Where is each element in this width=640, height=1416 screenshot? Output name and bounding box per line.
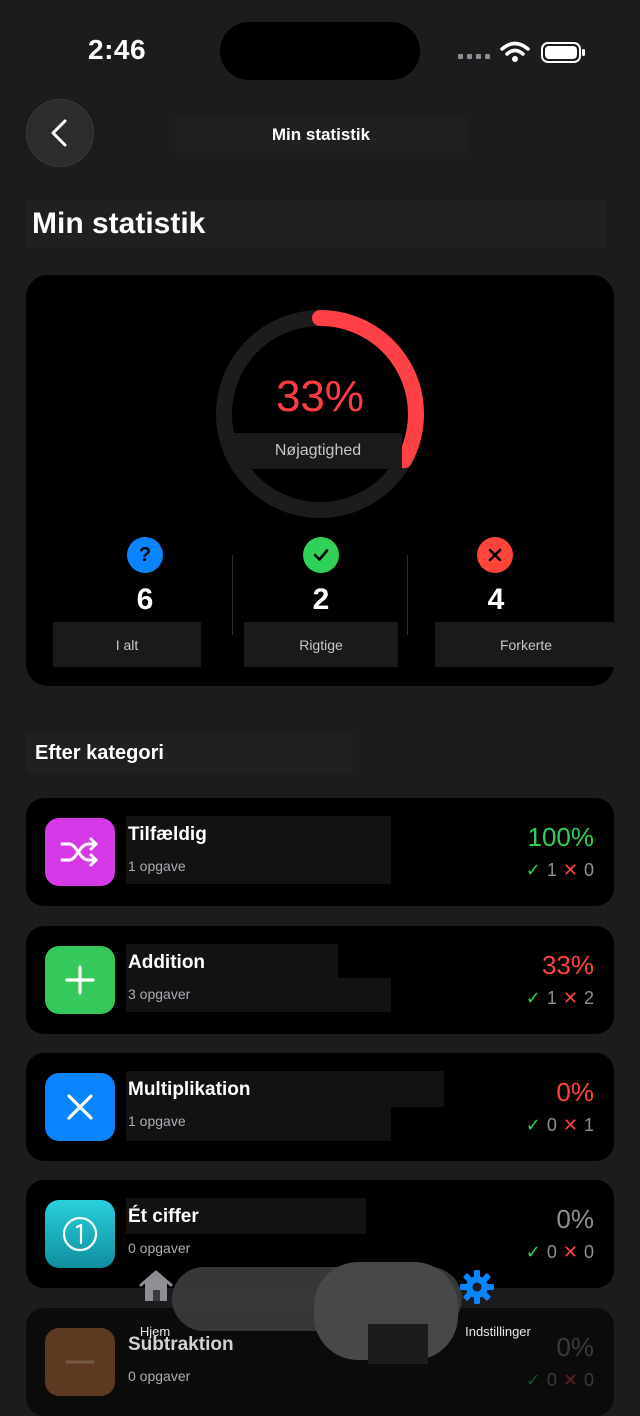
correct-count: 1 — [546, 988, 557, 1008]
category-percent: 0% — [556, 1077, 594, 1107]
category-count: 1 opgave — [128, 858, 186, 874]
category-percent: 0% — [556, 1204, 594, 1234]
x-icon — [477, 537, 513, 573]
category-result-counts: ✓ 1 ✕ 2 — [526, 988, 594, 1009]
category-name: Ét ciffer — [128, 1206, 199, 1227]
wifi-icon — [500, 41, 530, 56]
section-title: Efter kategori — [26, 733, 353, 773]
stat-wrong-value: 4 — [487, 583, 505, 616]
category-result-counts: ✓ 1 ✕ 0 — [526, 860, 594, 881]
back-button[interactable] — [26, 99, 94, 167]
accuracy-value: 33% — [275, 372, 365, 421]
category-count: 1 opgave — [128, 1113, 186, 1129]
x-icon: ✕ — [562, 860, 578, 880]
stat-total: ? 6 I alt — [53, 537, 233, 667]
house-icon — [139, 1270, 173, 1301]
category-name: Multiplikation — [128, 1079, 251, 1100]
question-icon: ? — [127, 537, 163, 573]
plus-icon — [45, 946, 115, 1014]
accuracy-label: Nøjagtighed — [234, 433, 402, 469]
tab-bar-overlap — [368, 1324, 428, 1364]
tab-settings[interactable]: Indstillinger — [438, 1266, 558, 1346]
summary-card: 33% Nøjagtighed ? 6 I alt 2 Rigtige 4 Fo… — [26, 275, 617, 686]
shuffle-icon — [45, 818, 115, 886]
battery-icon — [541, 42, 585, 63]
tab-settings-label: Indstillinger — [465, 1324, 531, 1339]
check-icon: ✓ — [525, 1115, 541, 1135]
x-icon: ✕ — [562, 1242, 578, 1262]
check-icon — [303, 537, 339, 573]
digit-one-icon — [45, 1200, 115, 1268]
category-count: 0 opgaver — [128, 1240, 191, 1256]
category-result-counts: ✓ 0 ✕ 1 — [526, 1115, 594, 1136]
wrong-count: 0 — [583, 860, 594, 880]
category-name: Tilfældig — [128, 824, 207, 845]
tab-home-label: Hjem — [139, 1324, 171, 1339]
signal-icon — [458, 54, 490, 59]
correct-count: 1 — [546, 860, 557, 880]
times-icon — [45, 1073, 115, 1141]
wrong-count: 1 — [583, 1115, 594, 1135]
stat-total-value: 6 — [136, 583, 154, 616]
tab-home[interactable]: Hjem — [110, 1266, 200, 1346]
stat-correct-label: Rigtige — [244, 622, 398, 667]
x-icon: ✕ — [562, 1115, 578, 1135]
chevron-left-icon — [51, 119, 67, 147]
stat-wrong: 4 Forkerte — [407, 537, 617, 667]
check-icon: ✓ — [525, 1242, 541, 1262]
category-name: Addition — [128, 952, 206, 973]
wrong-count: 0 — [583, 1242, 594, 1262]
check-icon: ✓ — [525, 860, 541, 880]
status-time: 2:46 — [88, 34, 147, 65]
category-percent: 33% — [541, 950, 594, 980]
x-icon: ✕ — [562, 988, 578, 1008]
category-percent: 100% — [527, 822, 595, 852]
stat-wrong-label: Forkerte — [435, 622, 617, 667]
category-card-addition[interactable]: Addition 3 opgaver 33% ✓ 1 ✕ 2 — [26, 926, 614, 1034]
stat-total-label: I alt — [53, 622, 201, 667]
page-title: Min statistik — [26, 200, 606, 248]
stat-correct: 2 Rigtige — [232, 537, 408, 667]
category-count: 3 opgaver — [128, 986, 191, 1002]
category-result-counts: ✓ 0 ✕ 0 — [526, 1242, 594, 1263]
tab-bar: Hjem Indstillinger — [0, 1262, 640, 1391]
category-card-multiplication[interactable]: Multiplikation 1 opgave 0% ✓ 0 ✕ 1 — [26, 1053, 614, 1161]
dynamic-island — [220, 22, 420, 80]
wrong-count: 2 — [583, 988, 594, 1008]
stat-correct-value: 2 — [312, 583, 330, 616]
correct-count: 0 — [546, 1242, 557, 1262]
check-icon: ✓ — [525, 988, 541, 1008]
nav-title: Min statistik — [175, 117, 467, 153]
correct-count: 0 — [546, 1115, 557, 1135]
gear-icon — [460, 1270, 494, 1304]
status-icons — [458, 41, 585, 63]
category-card-random[interactable]: Tilfældig 1 opgave 100% ✓ 1 ✕ 0 — [26, 798, 614, 906]
